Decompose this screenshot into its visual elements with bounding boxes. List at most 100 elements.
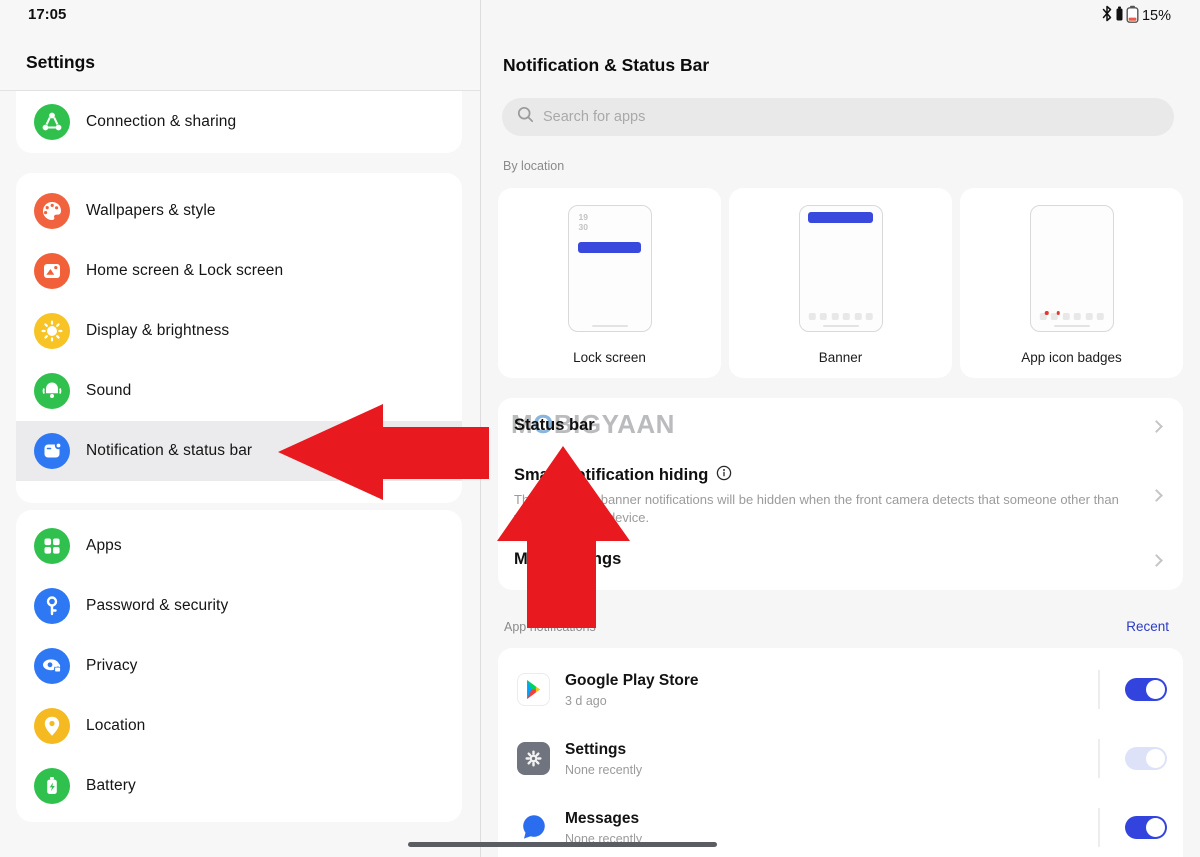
privacy-eye-icon — [34, 648, 70, 684]
info-icon[interactable] — [716, 465, 732, 486]
sidebar-item-label: Home screen & Lock screen — [86, 262, 283, 280]
preview-clock: 1930 — [579, 213, 588, 232]
sidebar-item-location[interactable]: Location — [16, 696, 462, 756]
banner-preview — [799, 205, 883, 332]
sidebar-item-label: Wallpapers & style — [86, 202, 216, 220]
sidebar-group-personalization: Wallpapers & style Home screen & Lock sc… — [16, 173, 462, 503]
messages-icon — [517, 811, 550, 844]
settings-gear-icon — [517, 742, 550, 775]
smart-hiding-description: The content of banner notifications will… — [514, 491, 1142, 526]
google-play-icon — [517, 673, 550, 706]
app-icon-badges-card[interactable]: App icon badges — [960, 188, 1183, 378]
preview-dock-dots — [1039, 313, 1104, 320]
sun-icon — [34, 313, 70, 349]
notifications-toggle[interactable] — [1125, 678, 1167, 701]
location-pin-icon — [34, 708, 70, 744]
sidebar-item-label: Display & brightness — [86, 322, 229, 340]
sidebar-item-label: Privacy — [86, 657, 138, 675]
settings-screen: 17:05 15% Settings Connection & sharing — [0, 0, 1200, 857]
sidebar-item-apps[interactable]: Apps — [16, 516, 462, 576]
app-row-settings[interactable]: Settings None recently — [498, 724, 1183, 793]
share-icon — [34, 104, 70, 140]
notifications-toggle[interactable] — [1125, 747, 1167, 770]
sidebar-item-password-security[interactable]: Password & security — [16, 576, 462, 636]
battery-icon — [34, 768, 70, 804]
bell-icon — [34, 373, 70, 409]
notifications-toggle[interactable] — [1125, 816, 1167, 839]
home-indicator[interactable] — [408, 842, 717, 847]
app-notifications-card: Google Play Store 3 d ago Settings None … — [498, 648, 1183, 857]
battery-low-icon — [1126, 5, 1139, 28]
search-bar — [502, 98, 1174, 136]
preview-home-line — [1054, 325, 1090, 328]
sidebar-item-label: Sound — [86, 382, 131, 400]
notification-status-bar-panel: Notification & Status Bar By location 19… — [481, 0, 1200, 857]
search-input[interactable] — [543, 109, 1159, 125]
notification-bar-shape — [808, 212, 873, 223]
image-icon — [34, 253, 70, 289]
lock-screen-card[interactable]: 1930 Lock screen — [498, 188, 721, 378]
status-icons: 15% — [1101, 6, 1171, 26]
app-row-messages[interactable]: Messages None recently — [498, 793, 1183, 857]
battery-percent: 15% — [1142, 8, 1171, 24]
sidebar-header: Settings — [0, 0, 480, 91]
row-divider — [1098, 670, 1100, 709]
sidebar-item-notification-status-bar[interactable]: Notification & status bar — [16, 421, 462, 481]
card-label: App icon badges — [960, 350, 1183, 365]
row-divider — [1098, 739, 1100, 778]
sidebar-item-label: Location — [86, 717, 145, 735]
by-location-label: By location — [503, 159, 564, 173]
bluetooth-icon — [1101, 5, 1113, 27]
app-name: Messages — [565, 810, 642, 828]
apps-grid-icon — [34, 528, 70, 564]
app-meta: None recently — [565, 763, 642, 777]
preview-home-line — [592, 325, 628, 328]
banner-card[interactable]: Banner — [729, 188, 952, 378]
notification-bar-shape — [578, 242, 641, 253]
app-name: Google Play Store — [565, 672, 699, 690]
notification-settings-card: MOBIGYAAN Status bar Smart notification … — [498, 398, 1183, 590]
sidebar-item-display-brightness[interactable]: Display & brightness — [16, 301, 462, 361]
sidebar-group-system: Apps Password & security Privacy Locatio… — [16, 510, 462, 822]
app-notifications-label: App notifications — [504, 620, 596, 634]
sidebar-item-label: Apps — [86, 537, 122, 555]
sidebar-item-home-lock-screen[interactable]: Home screen & Lock screen — [16, 241, 462, 301]
app-notifications-header: App notifications Recent — [504, 619, 1181, 634]
status-bar-row[interactable]: Status bar — [514, 416, 595, 435]
smart-notification-hiding-row[interactable]: Smart notification hiding — [514, 465, 732, 486]
sidebar-item-battery[interactable]: Battery — [16, 756, 462, 816]
page-title: Notification & Status Bar — [503, 55, 709, 76]
preview-dock-dots — [808, 313, 873, 320]
notification-location-cards: 1930 Lock screen Banner Ap — [498, 188, 1183, 378]
sidebar-group-connection: Connection & sharing — [16, 91, 462, 153]
settings-sidebar: Settings Connection & sharing Wallpapers… — [0, 0, 481, 857]
sidebar-item-privacy[interactable]: Privacy — [16, 636, 462, 696]
sidebar-item-label: Battery — [86, 777, 136, 795]
sidebar-title: Settings — [26, 52, 95, 73]
sidebar-item-wallpapers-style[interactable]: Wallpapers & style — [16, 181, 462, 241]
row-divider — [1098, 808, 1100, 847]
card-label: Banner — [729, 350, 952, 365]
app-meta: 3 d ago — [565, 694, 699, 708]
chevron-right-icon — [1150, 554, 1163, 567]
card-label: Lock screen — [498, 350, 721, 365]
sidebar-item-label: Connection & sharing — [86, 113, 236, 131]
sidebar-item-label: Notification & status bar — [86, 442, 252, 460]
badges-preview — [1030, 205, 1114, 332]
clock: 17:05 — [28, 6, 66, 23]
more-settings-row[interactable]: More settings — [514, 550, 621, 569]
palette-icon — [34, 193, 70, 229]
key-icon — [34, 588, 70, 624]
stylus-battery-icon — [1116, 6, 1123, 26]
sidebar-item-label: Password & security — [86, 597, 228, 615]
app-row-google-play[interactable]: Google Play Store 3 d ago — [498, 655, 1183, 724]
chevron-right-icon — [1150, 420, 1163, 433]
sidebar-item-sound[interactable]: Sound — [16, 361, 462, 421]
notification-icon — [34, 433, 70, 469]
sidebar-item-connection-sharing[interactable]: Connection & sharing — [16, 91, 462, 153]
app-name: Settings — [565, 741, 642, 759]
preview-home-line — [823, 325, 859, 328]
chevron-right-icon — [1150, 489, 1163, 502]
search-icon — [517, 106, 534, 128]
sort-recent-link[interactable]: Recent — [1126, 619, 1169, 634]
